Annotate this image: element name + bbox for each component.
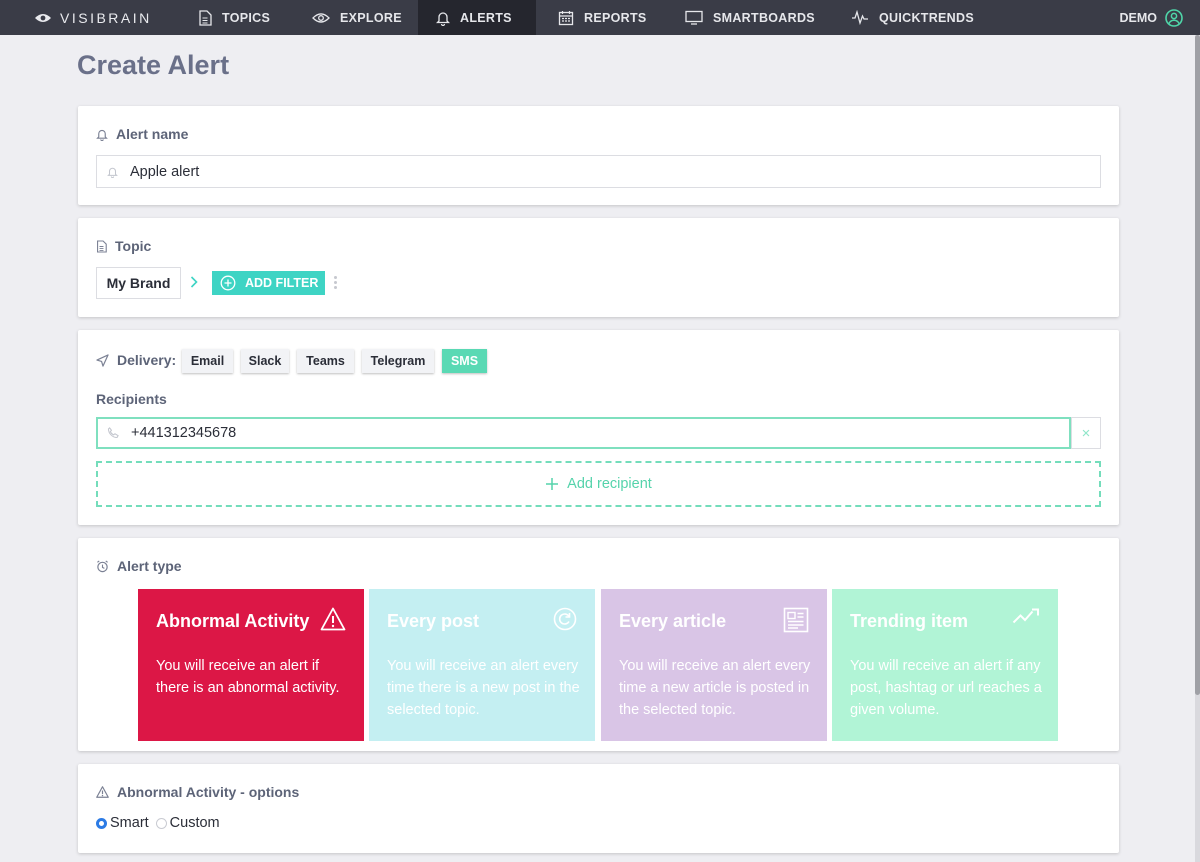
alert-name-label-text: Alert name (116, 126, 189, 142)
nav-reports[interactable]: REPORTS (540, 0, 665, 35)
tile-description: You will receive an alert every time a n… (619, 658, 811, 718)
trend-line-icon (1012, 608, 1039, 624)
page-title: Create Alert (77, 50, 230, 80)
monitor-icon (685, 10, 703, 25)
tile-description: You will receive an alert every time the… (387, 658, 580, 718)
nav-label: QUICKTRENDS (879, 10, 974, 25)
mode-custom-label[interactable]: Custom (170, 815, 220, 831)
nav-quicktrends[interactable]: QUICKTRENDS (833, 0, 992, 35)
nav-label: SMARTBOARDS (713, 10, 815, 25)
options-label-text: Abnormal Activity - options (117, 784, 300, 800)
remove-recipient-button[interactable]: × (1071, 417, 1101, 449)
recipient-phone-input[interactable]: +441312345678 (96, 417, 1071, 449)
alert-type-every-article[interactable]: Every article You will receive an alert … (601, 589, 827, 741)
alert-type-card: Alert type Abnormal Activity You will re… (78, 538, 1119, 751)
tile-title: Abnormal Activity (156, 611, 310, 631)
recipient-phone-value: +441312345678 (131, 425, 237, 441)
alert-name-label: Alert name (96, 126, 188, 142)
scrollbar-thumb[interactable] (1195, 35, 1200, 695)
document-icon (199, 9, 212, 26)
nav-alerts[interactable]: ALERTS (418, 0, 536, 35)
send-icon (96, 353, 109, 367)
options-label: Abnormal Activity - options (96, 784, 299, 800)
brand-name: VISIBRAIN (60, 9, 152, 26)
alert-name-value: Apple alert (130, 163, 200, 180)
add-recipient-label: Add recipient (567, 476, 652, 492)
refresh-icon (553, 607, 577, 631)
tile-title: Every article (619, 611, 727, 631)
kebab-menu-icon[interactable] (334, 276, 337, 291)
tile-title: Every post (387, 611, 480, 631)
nav-smartboards[interactable]: SMARTBOARDS (667, 0, 833, 35)
document-icon (97, 239, 107, 253)
mode-radio-group: Smart Custom (96, 815, 220, 831)
topic-label-text: Topic (115, 238, 152, 254)
mode-smart-label[interactable]: Smart (110, 815, 149, 831)
alert-type-every-post[interactable]: Every post You will receive an alert eve… (369, 589, 595, 741)
topic-chip[interactable]: My Brand (96, 267, 181, 299)
eye-logo-icon (35, 13, 51, 22)
mode-smart-radio[interactable] (96, 817, 107, 829)
warning-triangle-icon (96, 786, 109, 798)
channel-slack-button[interactable]: Slack (241, 349, 289, 373)
alert-type-abnormal-activity[interactable]: Abnormal Activity You will receive an al… (138, 589, 364, 741)
nav-label: TOPICS (222, 10, 271, 25)
brand-logo[interactable]: VISIBRAIN (34, 0, 152, 35)
channel-sms-button[interactable]: SMS (442, 349, 487, 373)
channel-email-button[interactable]: Email (182, 349, 233, 373)
delivery-card: Delivery: Email Slack Teams Telegram SMS… (78, 330, 1119, 525)
phone-icon (107, 427, 119, 439)
bell-icon (107, 167, 118, 178)
calendar-icon (558, 10, 574, 25)
topic-label: Topic (96, 238, 151, 254)
channel-teams-button[interactable]: Teams (297, 349, 354, 373)
newspaper-icon (783, 607, 809, 633)
bell-icon (96, 129, 108, 141)
add-recipient-button[interactable]: Add recipient (96, 461, 1101, 507)
add-filter-label: ADD FILTER (245, 276, 319, 290)
mode-custom-radio[interactable] (155, 817, 167, 829)
alert-name-card: Alert name Apple alert (78, 106, 1119, 205)
top-navbar: VISIBRAIN TOPICS EXPLORE ALERTS REPORTS … (0, 0, 1200, 35)
eye-icon (312, 12, 330, 23)
add-filter-button[interactable]: ADD FILTER (212, 271, 325, 295)
alert-name-input[interactable]: Apple alert (96, 155, 1101, 188)
nav-label: ALERTS (460, 10, 512, 25)
delivery-label: Delivery: (96, 352, 176, 368)
plus-circle-icon (220, 275, 236, 291)
alert-type-trending-item[interactable]: Trending item You will receive an alert … (832, 589, 1058, 741)
plus-icon (546, 478, 559, 490)
recipients-label: Recipients (96, 391, 167, 407)
nav-topics[interactable]: TOPICS (180, 0, 288, 35)
tile-description: You will receive an alert if any post, h… (850, 658, 1042, 718)
nav-label: EXPLORE (340, 10, 402, 25)
alert-type-label: Alert type (96, 558, 182, 574)
user-circle-icon (1165, 8, 1183, 27)
alert-type-label-text: Alert type (117, 558, 182, 574)
user-menu[interactable]: DEMO (1120, 0, 1184, 35)
channel-telegram-button[interactable]: Telegram (362, 349, 434, 373)
alarm-clock-icon (97, 559, 108, 572)
user-name: DEMO (1119, 10, 1158, 25)
chevron-right-icon (190, 276, 198, 288)
topic-card: Topic My Brand ADD FILTER (78, 218, 1119, 317)
nav-label: REPORTS (584, 10, 647, 25)
delivery-label-text: Delivery: (117, 352, 177, 368)
abnormal-options-card: Abnormal Activity - options Smart Custom (78, 764, 1119, 853)
pulse-icon (852, 10, 868, 25)
nav-explore[interactable]: EXPLORE (294, 0, 420, 35)
bell-icon (436, 11, 450, 26)
tile-description: You will receive an alert if there is an… (156, 658, 340, 696)
warning-triangle-icon (320, 607, 346, 631)
